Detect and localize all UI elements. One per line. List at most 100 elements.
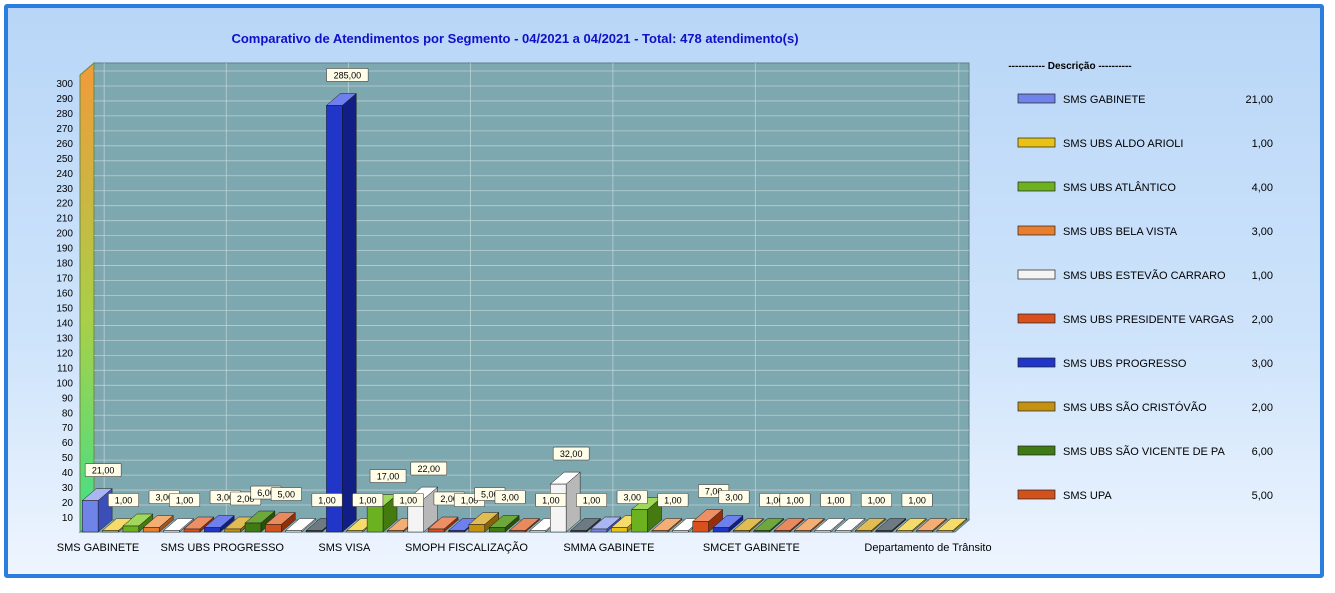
legend-item: SMS UPA 5,00 <box>1017 489 1273 502</box>
legend-series-name: SMS UBS SÃO CRISTÓVÃO <box>1063 401 1207 414</box>
legend-series-name: SMS UBS ALDO ARIOLI <box>1063 138 1183 150</box>
y-tick-label: 230 <box>56 184 73 195</box>
y-tick-label: 170 <box>56 274 73 285</box>
data-label: 1,00 <box>664 496 682 506</box>
bar-face <box>875 530 892 533</box>
legend-swatch <box>1017 269 1056 280</box>
x-category-label: SMS GABINETE <box>57 542 140 554</box>
bar-face <box>122 525 140 533</box>
legend-series-value: 2,00 <box>1252 402 1273 414</box>
y-tick-label: 160 <box>56 289 73 300</box>
data-label: 1,00 <box>908 496 926 506</box>
data-label: 1,00 <box>318 496 336 506</box>
y-tick-label: 280 <box>56 109 73 120</box>
bar-face <box>611 527 628 533</box>
legend-swatch <box>1017 489 1056 500</box>
y-tick-label: 240 <box>56 169 73 180</box>
bar-face <box>163 530 180 533</box>
legend-item: SMS UBS SÃO CRISTÓVÃO 2,00 <box>1017 401 1273 414</box>
data-label: 1,00 <box>583 496 601 506</box>
legend-series-value: 3,00 <box>1252 358 1273 370</box>
legend-series-name: SMS UBS ATLÂNTICO <box>1063 181 1176 194</box>
bar-face <box>326 105 343 533</box>
legend-series-value: 21,00 <box>1245 94 1273 106</box>
y-tick-label: 70 <box>62 423 74 434</box>
x-category-label: SMOPH FISCALIZAÇÃO <box>405 541 528 554</box>
legend-swatch <box>1017 357 1056 368</box>
data-label: 1,00 <box>176 496 194 506</box>
bar-face <box>651 530 669 533</box>
data-label: 1,00 <box>786 496 804 506</box>
legend-item: SMS UBS ALDO ARIOLI 1,00 <box>1017 137 1273 150</box>
legend-series-name: SMS UBS PRESIDENTE VARGAS <box>1063 314 1234 326</box>
y-tick-label: 100 <box>56 378 73 389</box>
bar-face <box>834 530 852 533</box>
data-label: 22,00 <box>417 464 440 474</box>
legend-item: SMS UBS ESTEVÃO CARRARO 1,00 <box>1017 269 1273 282</box>
y-tick-label: 150 <box>56 304 73 315</box>
chart-title: Comparativo de Atendimentos por Segmento… <box>231 31 798 46</box>
data-label: 1,00 <box>542 496 560 506</box>
data-label: 285,00 <box>334 70 362 80</box>
y-tick-label: 270 <box>56 124 73 135</box>
data-label: 3,00 <box>725 493 743 503</box>
data-label: 3,00 <box>501 493 519 503</box>
x-category-label: SMS UBS PROGRESSO <box>161 542 285 554</box>
bar-face <box>346 530 363 533</box>
data-label: 1,00 <box>115 496 133 506</box>
legend-header: ----------- Descrição ---------- <box>1008 61 1131 72</box>
x-category-label: Departamento de Trânsito <box>864 542 991 554</box>
bar-face <box>204 527 221 533</box>
data-label: 21,00 <box>92 466 115 476</box>
bar-face <box>895 530 913 533</box>
y-axis-wall <box>79 61 95 534</box>
bar-face <box>427 528 445 533</box>
bar-face <box>753 530 770 533</box>
legend-series-name: SMS UBS ESTEVÃO CARRARO <box>1063 269 1226 282</box>
legend-swatch <box>1017 181 1056 192</box>
bar-face <box>672 530 689 533</box>
y-tick-label: 140 <box>56 318 73 329</box>
bar-face <box>143 527 160 533</box>
y-tick-label: 90 <box>62 393 74 404</box>
y-tick-label: 130 <box>56 333 73 344</box>
x-category-label: SMCET GABINETE <box>703 542 800 554</box>
bar-face <box>488 527 506 533</box>
bar-face <box>794 530 811 533</box>
bar-face <box>916 530 933 533</box>
y-tick-label: 120 <box>56 348 73 359</box>
y-tick-label: 190 <box>56 244 73 255</box>
data-label: 17,00 <box>377 472 400 482</box>
bar-face <box>529 530 547 533</box>
data-label: 1,00 <box>400 496 418 506</box>
legend-series-value: 5,00 <box>1252 490 1273 502</box>
bar-face <box>712 527 730 533</box>
legend-swatch <box>1017 93 1056 104</box>
y-tick-label: 30 <box>62 483 74 494</box>
y-tick-label: 50 <box>62 453 74 464</box>
data-label: 3,00 <box>623 493 641 503</box>
y-tick-label: 220 <box>56 199 73 210</box>
bar-face <box>81 500 99 533</box>
bar-side <box>342 92 357 533</box>
y-tick-label: 290 <box>56 94 73 105</box>
legend-swatch <box>1017 445 1056 456</box>
bar-face <box>305 530 323 533</box>
legend-item: SMS UBS ATLÂNTICO 4,00 <box>1017 181 1273 194</box>
x-category-label: SMS VISA <box>318 542 371 554</box>
bar-face <box>733 530 750 533</box>
y-tick-label: 180 <box>56 259 73 270</box>
legend-item: SMS UBS PROGRESSO 3,00 <box>1017 357 1273 370</box>
bar-face <box>855 530 872 533</box>
y-tick-label: 20 <box>62 498 74 509</box>
bar-chart: Comparativo de Atendimentos por Segmento… <box>56 31 1273 554</box>
data-label: 1,00 <box>868 496 886 506</box>
data-label: 1,00 <box>359 496 377 506</box>
legend-series-name: SMS UBS PROGRESSO <box>1063 358 1187 370</box>
data-label: 32,00 <box>560 449 583 459</box>
legend-swatch <box>1017 225 1056 236</box>
y-tick-label: 250 <box>56 154 73 165</box>
legend-series-name: SMS UPA <box>1063 490 1112 502</box>
y-tick-label: 300 <box>56 79 73 90</box>
y-tick-label: 210 <box>56 214 73 225</box>
